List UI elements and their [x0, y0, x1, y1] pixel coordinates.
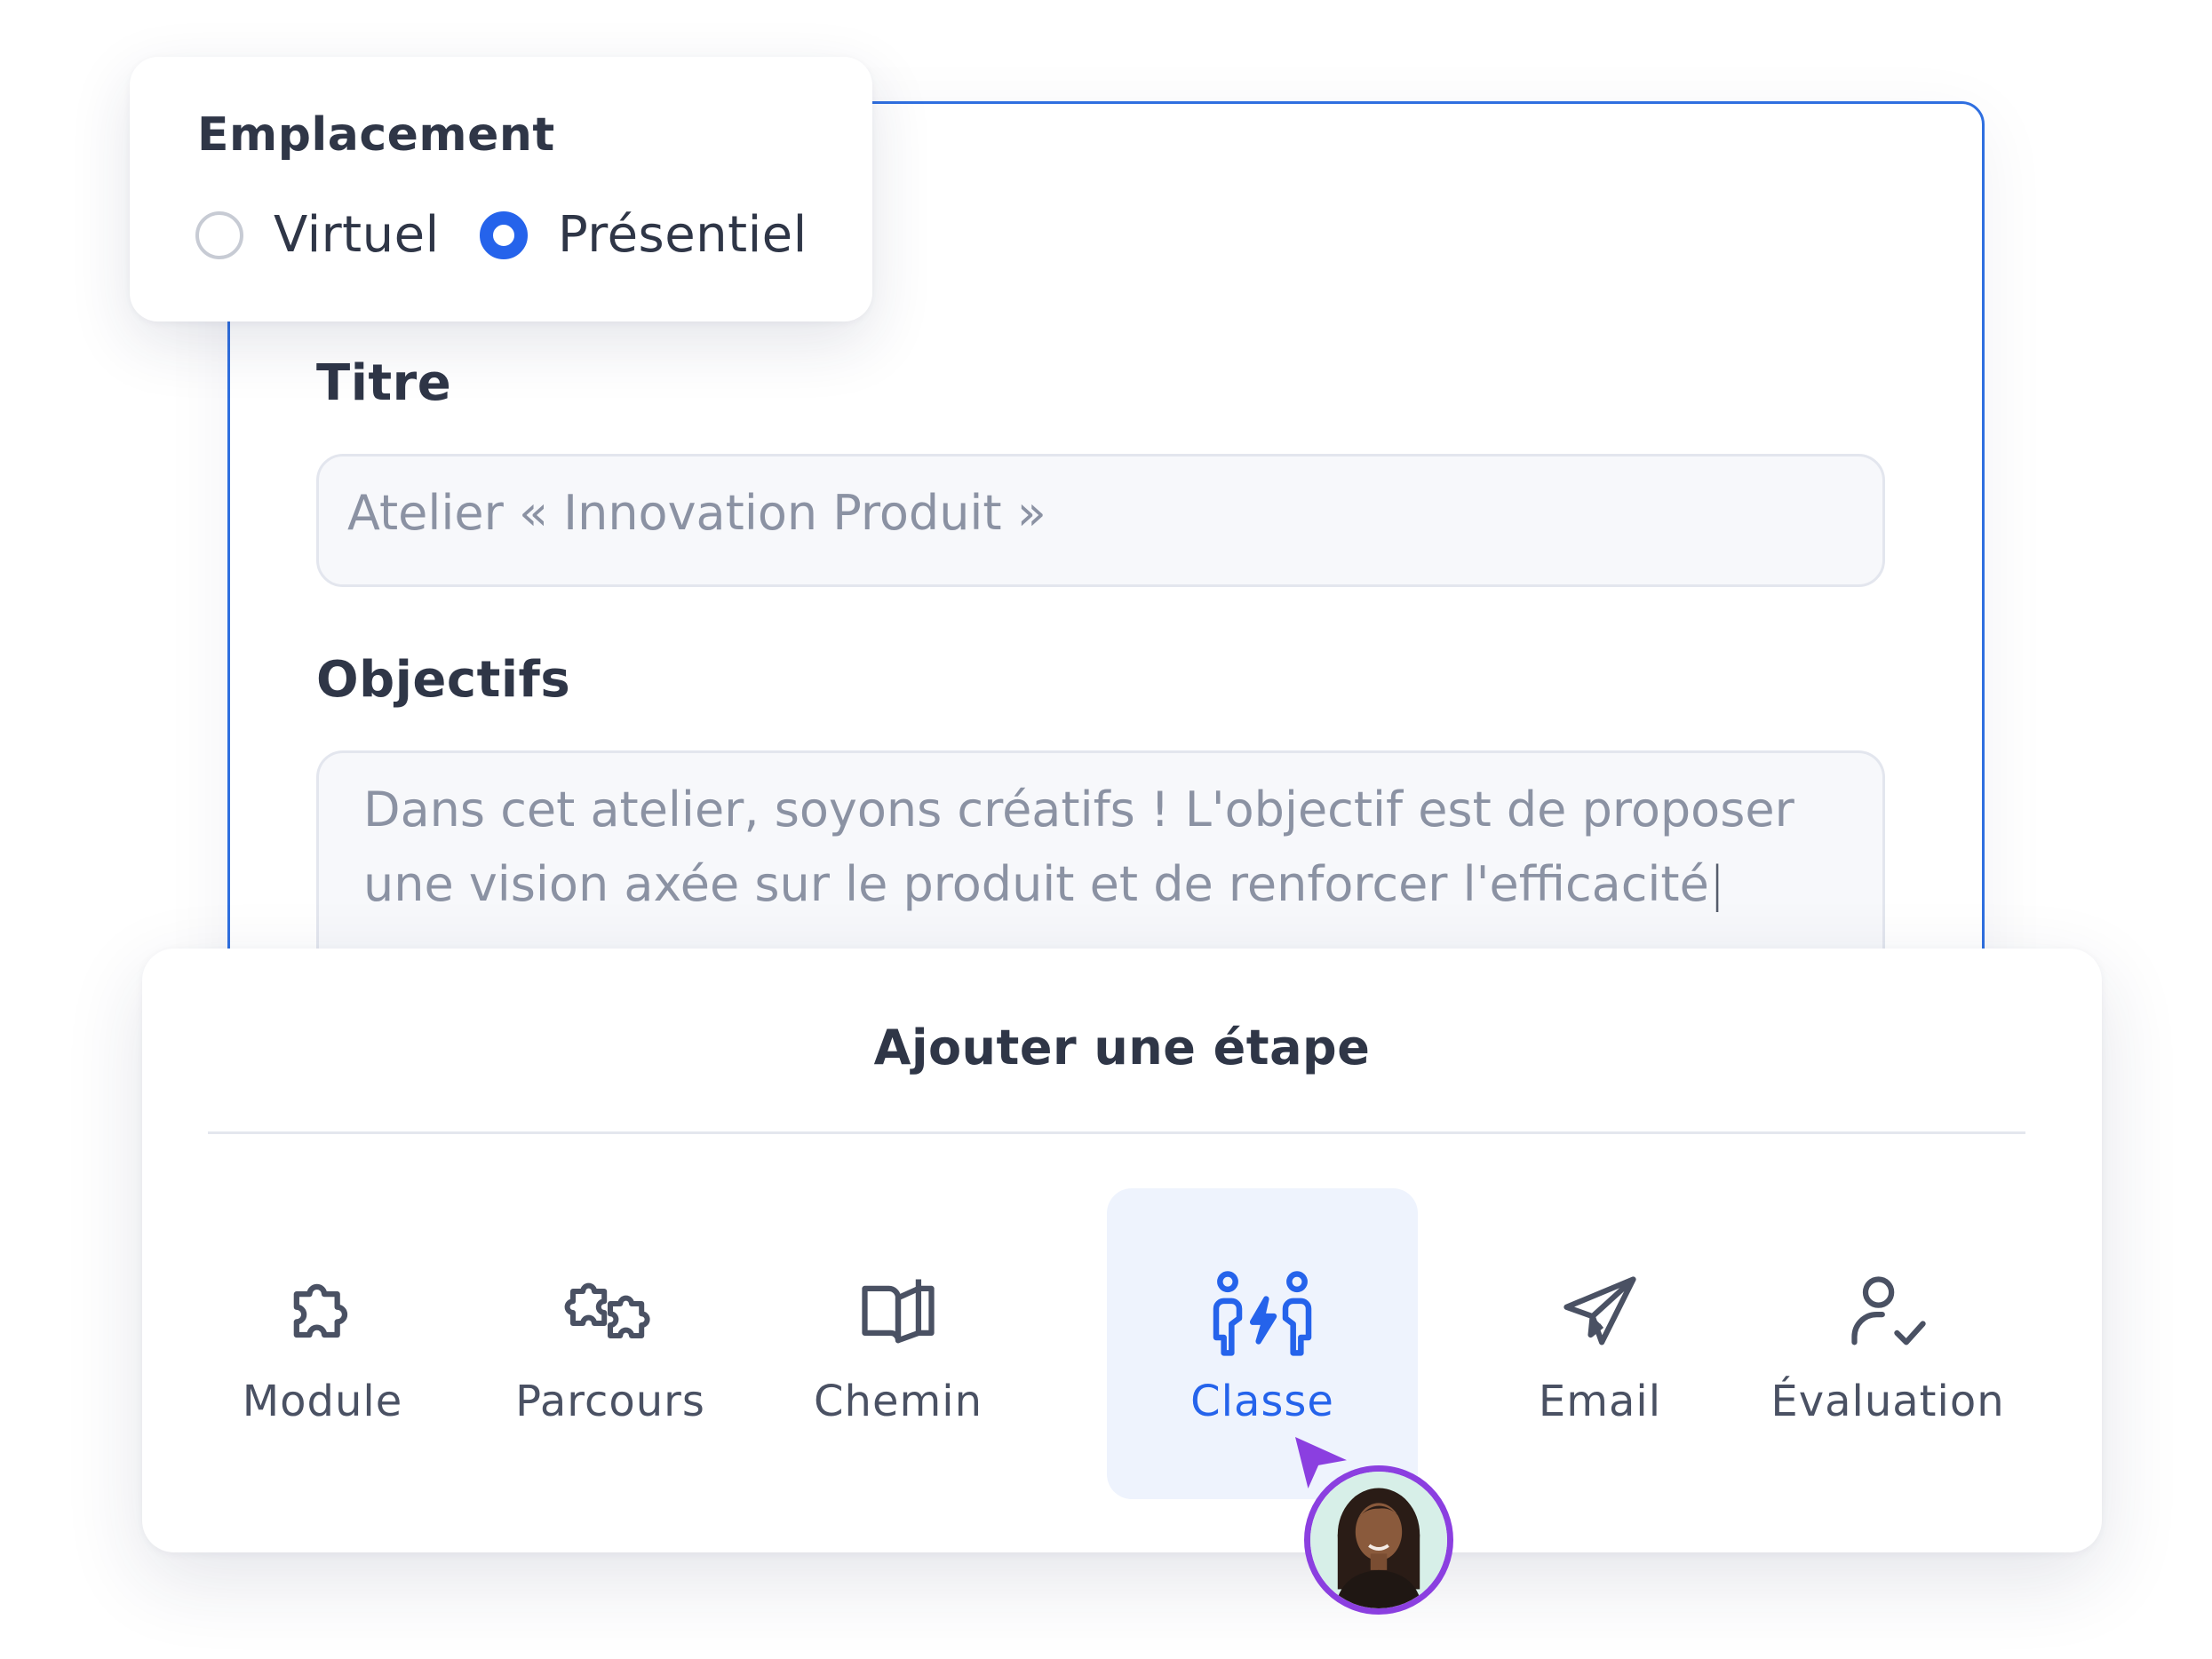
objectives-line-1: Dans cet atelier, soyons créatifs ! L'ob…	[363, 782, 1794, 837]
radio-in-person-circle[interactable]	[480, 210, 528, 259]
step-option-email[interactable]: Email	[1444, 1188, 1755, 1499]
paper-plane-icon	[1564, 1276, 1636, 1345]
user-check-icon	[1851, 1276, 1926, 1345]
radio-virtual[interactable]: Virtuel	[195, 206, 440, 264]
radio-in-person[interactable]: Présentiel	[480, 206, 808, 264]
stage: Titre Atelier « Innovation Produit » Obj…	[0, 0, 2212, 1659]
puzzle-pieces-icon	[564, 1282, 650, 1338]
puzzle-piece-icon	[293, 1283, 348, 1338]
radio-virtual-circle[interactable]	[195, 210, 243, 259]
user-portrait-icon	[1310, 1472, 1447, 1608]
add-step-panel: Ajouter une étape Module Parcours Chemin…	[142, 949, 2102, 1552]
objectives-line-2: une vision axée sur le produit et de ren…	[363, 856, 1709, 912]
step-option-evaluation[interactable]: Évaluation	[1732, 1188, 2043, 1499]
title-input-value: Atelier « Innovation Produit »	[347, 485, 1046, 541]
add-step-title: Ajouter une étape	[873, 1020, 1371, 1076]
divider	[208, 1131, 2025, 1134]
step-label-evaluation: Évaluation	[1770, 1377, 2005, 1426]
radio-in-person-label: Présentiel	[558, 206, 808, 264]
radio-virtual-label: Virtuel	[274, 206, 440, 264]
avatar	[1304, 1465, 1453, 1615]
title-input[interactable]: Atelier « Innovation Produit »	[316, 454, 1885, 587]
open-book-icon	[862, 1279, 935, 1344]
step-option-classe[interactable]: Classe	[1107, 1188, 1418, 1499]
text-caret: |	[1708, 856, 1726, 912]
step-label-chemin: Chemin	[814, 1377, 983, 1426]
classroom-people-icon	[1213, 1271, 1312, 1356]
step-option-chemin[interactable]: Chemin	[743, 1188, 1054, 1499]
objectives-field-label: Objectifs	[316, 651, 571, 709]
step-option-parcours[interactable]: Parcours	[455, 1188, 766, 1499]
title-field-label: Titre	[316, 354, 452, 412]
location-title: Emplacement	[197, 108, 555, 162]
location-popover: Emplacement Virtuel Présentiel	[130, 57, 872, 321]
step-option-module[interactable]: Module	[167, 1188, 478, 1499]
